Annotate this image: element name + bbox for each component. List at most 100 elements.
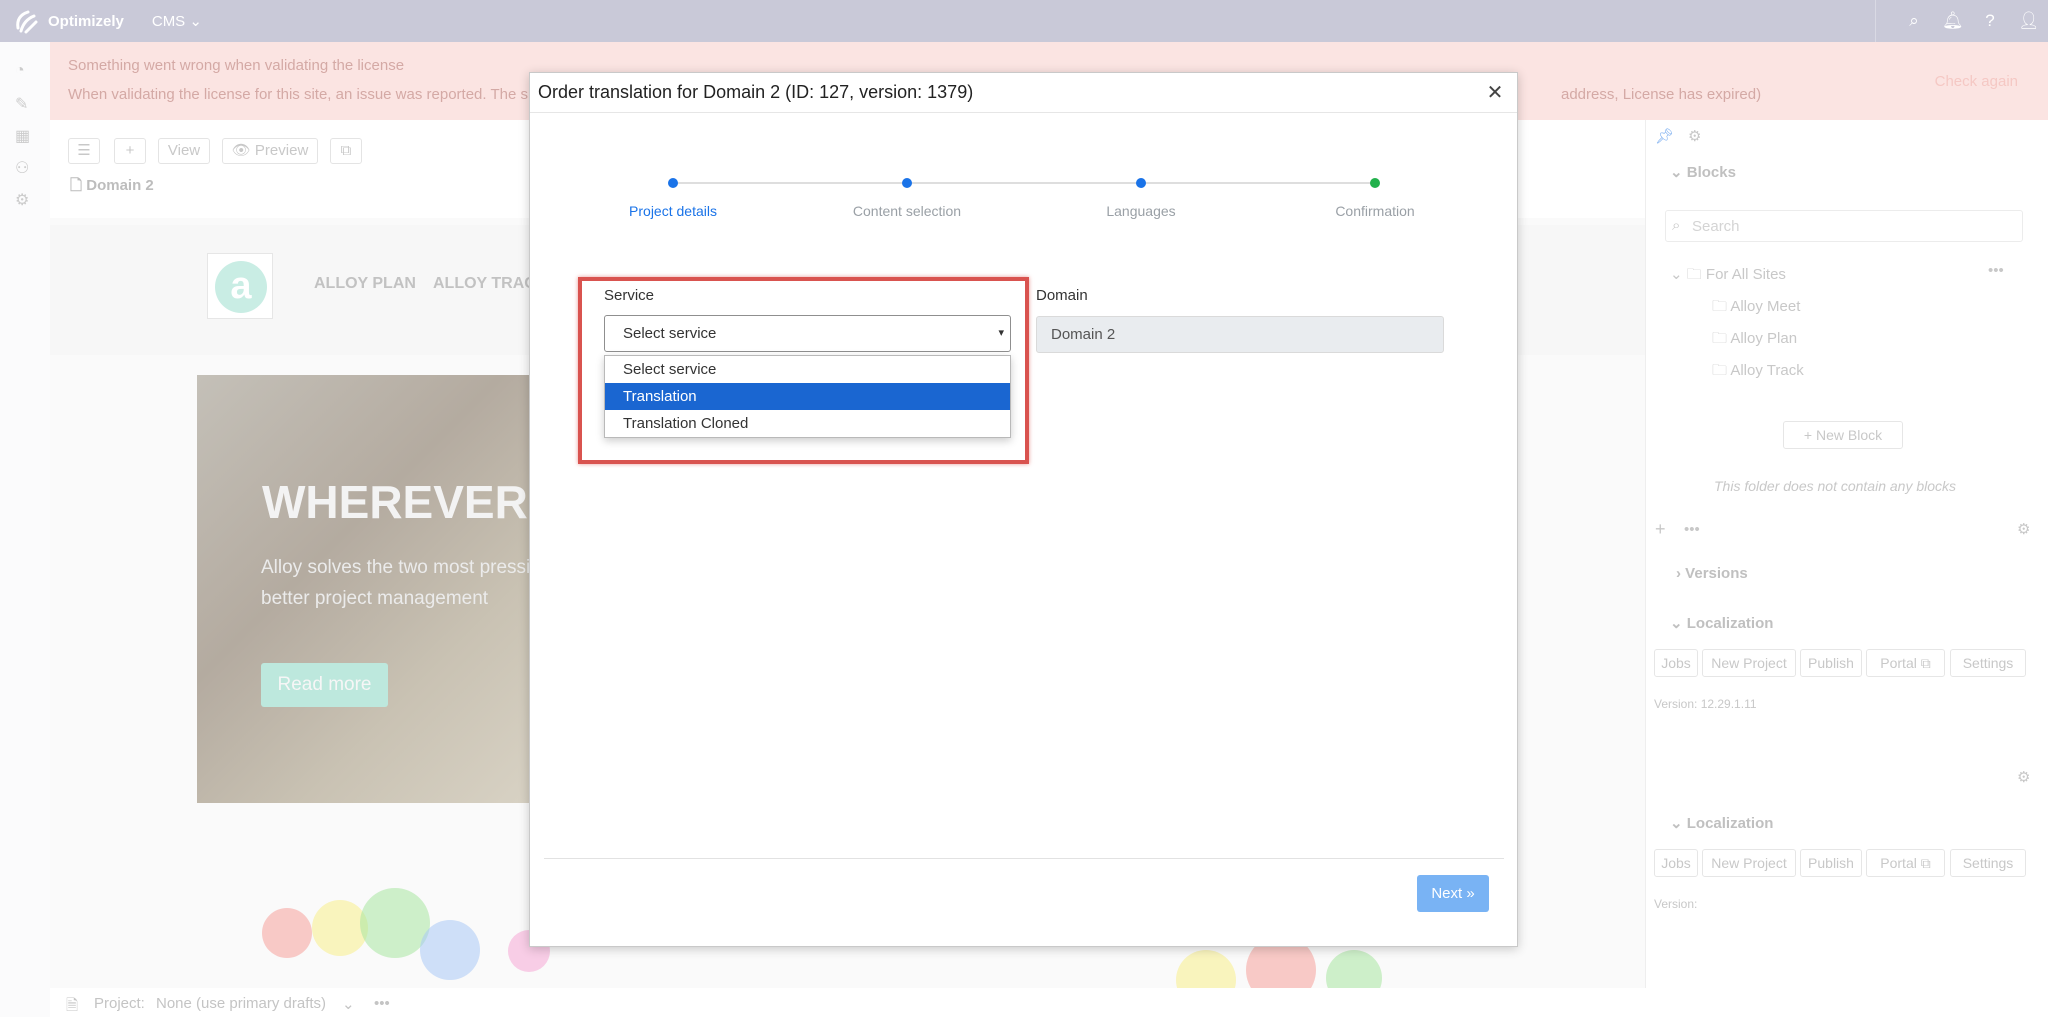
edit-icon[interactable]: ✎ xyxy=(15,94,28,114)
domain-field: Domain 2 xyxy=(1036,316,1444,353)
domain-label: Domain xyxy=(1036,287,1088,304)
bell-icon[interactable]: 🔔︎ xyxy=(1942,11,1964,31)
new-project-button[interactable]: New Project xyxy=(1702,849,1796,877)
project-selector[interactable]: None (use primary drafts) xyxy=(156,995,326,1012)
blocks-title[interactable]: ⌄ Blocks xyxy=(1670,163,1736,181)
user-icon[interactable]: 👤︎ xyxy=(2018,11,2040,31)
view-button[interactable]: View xyxy=(158,138,210,164)
step-content-selection[interactable]: Content selection xyxy=(853,203,961,219)
localization-title[interactable]: ⌄ Localization xyxy=(1670,614,1773,632)
compare-button[interactable]: ⧉ xyxy=(330,138,362,164)
localization-title-label: Localization xyxy=(1686,815,1774,832)
project-label: Project: xyxy=(94,995,145,1012)
dialog-header: Order translation for Domain 2 (ID: 127,… xyxy=(530,73,1517,113)
settings-icon[interactable]: ⚙ xyxy=(15,190,29,210)
publish-button[interactable]: Publish xyxy=(1800,849,1862,877)
jobs-button[interactable]: Jobs xyxy=(1654,849,1698,877)
localization-title-label: Localization xyxy=(1686,615,1774,632)
gear-icon[interactable]: ⚙ xyxy=(2017,768,2030,786)
close-icon[interactable]: ✕ xyxy=(1485,80,1505,105)
folder-root[interactable]: ⌄ 🗀︎ For All Sites xyxy=(1670,264,1786,289)
search-icon: ⌕ xyxy=(1672,217,1681,234)
portal-button[interactable]: Portal ⧉ xyxy=(1866,849,1945,877)
breadcrumb-label: Domain 2 xyxy=(86,177,154,194)
version-text: Version: xyxy=(1654,897,1698,911)
alloy-logo-icon: a xyxy=(215,261,267,313)
tree-toggle-button[interactable]: ☰ xyxy=(68,138,100,164)
add-button[interactable]: + xyxy=(114,138,146,164)
more-options-icon[interactable]: ••• xyxy=(1684,521,1700,538)
more-options-icon[interactable]: ••• xyxy=(1988,262,2004,279)
order-translation-dialog: Order translation for Domain 2 (ID: 127,… xyxy=(529,72,1518,947)
pin-icon[interactable]: 📌︎ xyxy=(1655,127,1674,145)
service-options-list: Select service Translation Translation C… xyxy=(604,355,1011,438)
step-dot xyxy=(668,178,678,188)
new-block-button[interactable]: + New Block xyxy=(1783,421,1903,449)
step-confirmation[interactable]: Confirmation xyxy=(1335,203,1414,219)
help-icon[interactable]: ? xyxy=(1980,11,2000,31)
users-icon[interactable]: ⚇ xyxy=(15,158,29,178)
external-link-icon: ⧉ xyxy=(1920,855,1931,871)
site-nav-item[interactable]: ALLOY PLAN xyxy=(314,275,416,293)
bottom-bar: 🗎︎ Project: None (use primary drafts) ⌄ … xyxy=(50,988,2048,1017)
hero-title: WHEREVER xyxy=(262,476,528,528)
folder-item-label: Alloy Meet xyxy=(1730,298,1801,315)
portal-label: Portal xyxy=(1880,855,1917,871)
portal-button[interactable]: Portal ⧉ xyxy=(1866,649,1945,677)
service-label: Service xyxy=(604,287,655,304)
hero-text: better project management xyxy=(261,588,489,609)
folder-item[interactable]: 🗀︎ Alloy Meet xyxy=(1712,296,1800,321)
service-select[interactable]: Select service ▾ xyxy=(604,315,1011,352)
blocks-search-input[interactable]: ⌕ Search xyxy=(1665,210,2023,242)
versions-title[interactable]: › Versions xyxy=(1676,565,1748,582)
folder-item[interactable]: 🗀︎ Alloy Track xyxy=(1712,360,1804,385)
preview-label: Preview xyxy=(254,142,309,159)
top-divider xyxy=(1875,0,1876,42)
gear-icon[interactable]: ⚙ xyxy=(2017,520,2030,538)
reports-icon[interactable]: ▦ xyxy=(15,126,30,146)
search-icon[interactable]: ⌕ xyxy=(1904,11,1924,31)
product-label: CMS xyxy=(151,13,186,30)
decorative-circle xyxy=(420,920,480,980)
read-more-button[interactable]: Read more xyxy=(261,663,388,707)
step-dot xyxy=(902,178,912,188)
warning-message: When validating the license for this sit… xyxy=(68,86,528,103)
breadcrumb[interactable]: 🗋︎ Domain 2 xyxy=(70,175,154,200)
next-button[interactable]: Next » xyxy=(1417,875,1489,912)
site-logo: a xyxy=(207,253,273,319)
new-block-label: New Block xyxy=(1815,427,1883,443)
settings-button[interactable]: Settings xyxy=(1950,849,2026,877)
dialog-footer-divider xyxy=(544,858,1504,859)
settings-button[interactable]: Settings xyxy=(1950,649,2026,677)
localization-title[interactable]: ⌄ Localization xyxy=(1670,814,1773,832)
service-option[interactable]: Select service xyxy=(605,356,1010,383)
jobs-button[interactable]: Jobs xyxy=(1654,649,1698,677)
dashboard-icon[interactable]: ◔ xyxy=(15,62,25,80)
step-project-details[interactable]: Project details xyxy=(629,203,717,219)
product-switcher[interactable]: CMS ⌄ xyxy=(152,12,202,30)
top-icons: ⌕ 🔔︎ ? 👤︎ xyxy=(1904,0,2040,42)
chevron-down-icon[interactable]: ⌄ xyxy=(342,995,355,1013)
service-option[interactable]: Translation xyxy=(605,383,1010,410)
stepper-track xyxy=(673,182,1375,184)
service-option[interactable]: Translation Cloned xyxy=(605,410,1010,437)
portal-label: Portal xyxy=(1880,655,1917,671)
new-project-button[interactable]: New Project xyxy=(1702,649,1796,677)
step-languages[interactable]: Languages xyxy=(1106,203,1175,219)
check-again-link[interactable]: Check again xyxy=(1935,73,2018,90)
service-select-value: Select service xyxy=(623,325,717,342)
hero-text: Alloy solves the two most pressi xyxy=(261,557,531,578)
add-icon[interactable]: + xyxy=(1655,519,1666,540)
brand-name: Optimizely xyxy=(48,12,124,30)
preview-button[interactable]: 👁︎ Preview xyxy=(222,138,318,164)
site-nav-item[interactable]: ALLOY TRAC xyxy=(433,275,536,293)
warning-title: Something went wrong when validating the… xyxy=(68,57,405,74)
publish-button[interactable]: Publish xyxy=(1800,649,1862,677)
optimizely-logo-icon[interactable] xyxy=(12,6,42,36)
empty-folder-text: This folder does not contain any blocks xyxy=(1714,478,1957,494)
more-options-icon[interactable]: ••• xyxy=(374,995,390,1012)
versions-title-label: Versions xyxy=(1685,565,1748,582)
warning-message-tail: address, License has expired) xyxy=(1561,86,1762,103)
folder-item[interactable]: 🗀︎ Alloy Plan xyxy=(1712,328,1797,353)
panel-settings-icon[interactable]: ⚙ xyxy=(1688,127,1701,145)
